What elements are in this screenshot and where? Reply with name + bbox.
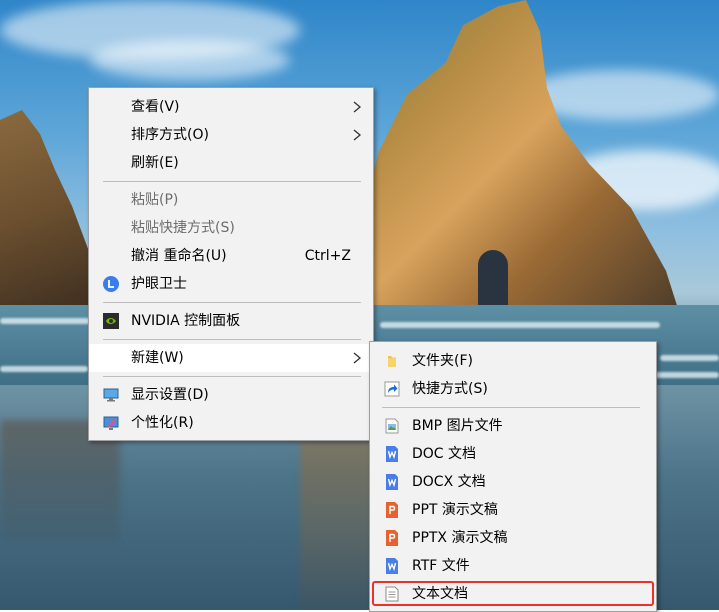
wave-foam <box>380 322 660 328</box>
menu-item-label: RTF 文件 <box>412 558 470 574</box>
word-doc-icon <box>386 446 398 462</box>
chevron-right-icon <box>353 129 362 141</box>
highlight-annotation-box <box>372 581 654 606</box>
shortcut-text: Ctrl+Z <box>304 248 351 264</box>
folder-icon <box>388 356 396 367</box>
chevron-right-icon <box>353 101 362 113</box>
menu-item-label: DOCX 文档 <box>412 474 486 490</box>
menu-item-label: NVIDIA 控制面板 <box>131 313 241 329</box>
submenu-item-pptx[interactable]: PPTX 演示文稿 <box>370 524 656 552</box>
rock-arch <box>478 250 508 312</box>
menu-item-label: 个性化(R) <box>131 415 194 431</box>
submenu-item-doc[interactable]: DOC 文档 <box>370 440 656 468</box>
display-settings-icon <box>103 388 119 402</box>
menu-item-display-settings[interactable]: 显示设置(D) <box>89 381 373 409</box>
menu-item-label: 文件夹(F) <box>412 353 473 369</box>
menu-item-new[interactable]: 新建(W) <box>89 344 373 372</box>
menu-separator <box>103 376 361 377</box>
menu-item-label: 粘贴快捷方式(S) <box>131 220 235 236</box>
submenu-item-bmp[interactable]: BMP 图片文件 <box>370 412 656 440</box>
shortcut-icon <box>384 381 400 397</box>
submenu-item-ppt[interactable]: PPT 演示文稿 <box>370 496 656 524</box>
chevron-right-icon <box>353 352 362 364</box>
ppt-icon <box>386 502 398 518</box>
new-submenu: 文件夹(F) 快捷方式(S) BMP 图片文件 DOC 文档 DOCX 文档 P… <box>369 341 657 612</box>
menu-item-personalize[interactable]: 个性化(R) <box>89 409 373 437</box>
eye-guard-icon <box>103 276 119 292</box>
menu-item-label: PPT 演示文稿 <box>412 502 498 518</box>
menu-item-view[interactable]: 查看(V) <box>89 93 373 121</box>
rtf-icon <box>386 558 398 574</box>
menu-item-label: BMP 图片文件 <box>412 418 503 434</box>
wave-foam <box>0 366 88 372</box>
menu-item-label: 新建(W) <box>131 350 184 366</box>
cloud <box>90 40 290 80</box>
menu-item-label: PPTX 演示文稿 <box>412 530 508 546</box>
personalize-icon <box>103 416 119 430</box>
menu-separator <box>103 181 361 182</box>
wave-foam <box>0 318 90 324</box>
wave-foam <box>660 355 719 361</box>
menu-item-label: 排序方式(O) <box>131 127 209 143</box>
submenu-item-rtf[interactable]: RTF 文件 <box>370 552 656 580</box>
menu-item-label: 显示设置(D) <box>131 387 209 403</box>
desktop-context-menu: 查看(V) 排序方式(O) 刷新(E) 粘贴(P) 粘贴快捷方式(S) 撤消 重… <box>88 87 374 441</box>
menu-item-paste[interactable]: 粘贴(P) <box>89 186 373 214</box>
word-docx-icon <box>386 474 398 490</box>
submenu-item-shortcut[interactable]: 快捷方式(S) <box>370 375 656 403</box>
wave-foam <box>655 372 719 378</box>
menu-item-label: DOC 文档 <box>412 446 477 462</box>
menu-separator <box>382 407 640 408</box>
menu-item-label: 粘贴(P) <box>131 192 179 208</box>
menu-separator <box>103 339 361 340</box>
menu-item-label: 刷新(E) <box>131 155 179 171</box>
menu-item-paste-shortcut[interactable]: 粘贴快捷方式(S) <box>89 214 373 242</box>
menu-item-sort[interactable]: 排序方式(O) <box>89 121 373 149</box>
menu-item-nvidia[interactable]: NVIDIA 控制面板 <box>89 307 373 335</box>
submenu-item-folder[interactable]: 文件夹(F) <box>370 347 656 375</box>
pptx-icon <box>386 530 398 546</box>
menu-item-label: 护眼卫士 <box>131 276 187 292</box>
submenu-item-docx[interactable]: DOCX 文档 <box>370 468 656 496</box>
bmp-file-icon <box>385 418 399 434</box>
menu-item-label: 撤消 重命名(U) <box>131 248 227 264</box>
menu-item-label: 查看(V) <box>131 99 180 115</box>
menu-item-label: 快捷方式(S) <box>412 381 488 397</box>
menu-item-eye-guard[interactable]: 护眼卫士 <box>89 270 373 298</box>
nvidia-icon <box>103 313 119 329</box>
menu-item-undo-rename[interactable]: 撤消 重命名(U) Ctrl+Z <box>89 242 373 270</box>
rock-left <box>0 110 100 310</box>
menu-item-refresh[interactable]: 刷新(E) <box>89 149 373 177</box>
menu-separator <box>103 302 361 303</box>
